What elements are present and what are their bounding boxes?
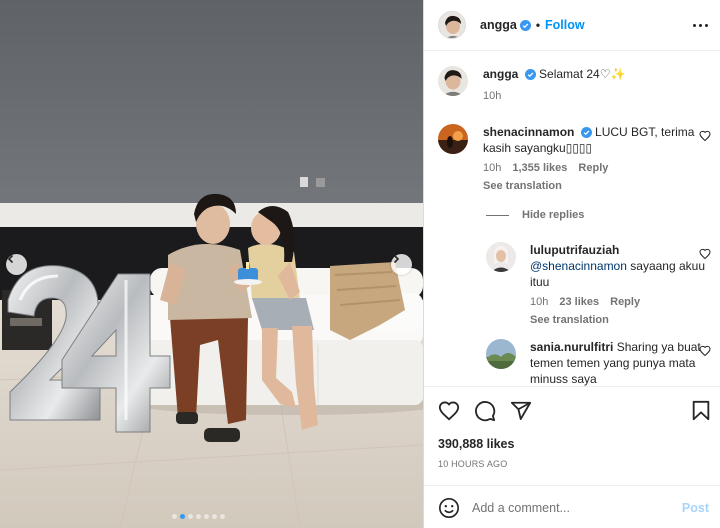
photo-illustration: [0, 0, 423, 528]
comments-section: angga Selamat 24♡✨ 10h shenacinnamon LUC…: [424, 52, 720, 386]
reply-item: sania.nurulfitri Sharing ya buat temen t…: [486, 339, 711, 386]
post-comment-button[interactable]: Post: [682, 501, 709, 515]
carousel-indicator: [172, 514, 225, 519]
carousel-dot: [196, 514, 201, 519]
reply-likes[interactable]: 23 likes: [559, 294, 599, 310]
carousel-dot: [172, 514, 177, 519]
reply-item: luluputrifauziah @shenacinnamon sayaang …: [486, 242, 711, 328]
carousel-dot: [188, 514, 193, 519]
comment-icon[interactable]: [474, 400, 496, 422]
comment-like-heart-icon[interactable]: [699, 130, 711, 142]
commenter-username[interactable]: shenacinnamon: [483, 125, 574, 139]
see-translation-link[interactable]: See translation: [483, 178, 711, 194]
post-actions: 390,888 likes 10 HOURS AGO Post: [424, 386, 720, 528]
reply-username[interactable]: sania.nurulfitri: [530, 340, 613, 354]
verified-badge-icon: [519, 19, 531, 31]
carousel-dot: [204, 514, 209, 519]
caption-text: Selamat 24♡✨: [539, 67, 626, 81]
reply-mention-link[interactable]: @shenacinnamon: [530, 259, 627, 273]
carousel-dot: [212, 514, 217, 519]
separator-dot: •: [535, 18, 541, 32]
carousel-dot-active: [180, 514, 185, 519]
author-username[interactable]: angga: [480, 18, 517, 32]
comment-input[interactable]: [472, 500, 682, 515]
see-translation-link[interactable]: See translation: [530, 312, 711, 328]
hide-replies-button[interactable]: Hide replies: [486, 209, 584, 221]
divider-line: [486, 214, 509, 216]
carousel-dot: [220, 514, 225, 519]
author-avatar[interactable]: [438, 11, 466, 39]
reply-reply-button[interactable]: Reply: [610, 294, 640, 310]
comment-likes[interactable]: 1,355 likes: [512, 160, 567, 176]
post-photo[interactable]: [0, 0, 423, 528]
caption-username[interactable]: angga: [483, 67, 518, 81]
hide-replies-label: Hide replies: [522, 209, 585, 221]
reply-username[interactable]: luluputrifauziah: [530, 243, 619, 257]
reply-like-heart-icon[interactable]: [699, 345, 711, 357]
reply-avatar[interactable]: [486, 242, 516, 272]
caption: angga Selamat 24♡✨ 10h: [438, 66, 711, 104]
commenter-avatar[interactable]: [438, 124, 468, 154]
comment-item: shenacinnamon LUCU BGT, terima kasih say…: [438, 124, 711, 194]
caption-avatar[interactable]: [438, 66, 468, 96]
more-options-icon[interactable]: [693, 23, 708, 27]
next-photo-button[interactable]: [391, 254, 412, 275]
comment-reply-button[interactable]: Reply: [578, 160, 608, 176]
follow-button[interactable]: Follow: [545, 18, 585, 32]
emoji-icon[interactable]: [438, 497, 460, 519]
instagram-post-view: angga • Follow angga Selamat 24♡✨ 10h sh…: [0, 0, 720, 528]
likes-count[interactable]: 390,888 likes: [438, 437, 514, 451]
verified-badge-icon: [580, 127, 592, 138]
reply-time: 10h: [530, 296, 549, 308]
reply-avatar[interactable]: [486, 339, 516, 369]
add-comment-bar: Post: [424, 485, 720, 528]
chevron-right-icon: [393, 254, 400, 264]
post-details-panel: angga • Follow angga Selamat 24♡✨ 10h sh…: [423, 0, 720, 528]
share-icon[interactable]: [510, 400, 532, 422]
verified-badge-icon: [524, 69, 536, 80]
save-icon[interactable]: [691, 400, 711, 422]
comment-time: 10h: [483, 162, 502, 174]
post-header: angga • Follow: [424, 0, 720, 51]
heart-icon[interactable]: [438, 400, 460, 422]
action-icons: [438, 399, 711, 423]
previous-photo-button[interactable]: [6, 254, 27, 275]
chevron-left-icon: [7, 254, 14, 264]
post-timestamp[interactable]: 10 HOURS AGO: [438, 459, 507, 469]
reply-like-heart-icon[interactable]: [699, 248, 711, 260]
caption-time: 10h: [483, 90, 502, 102]
